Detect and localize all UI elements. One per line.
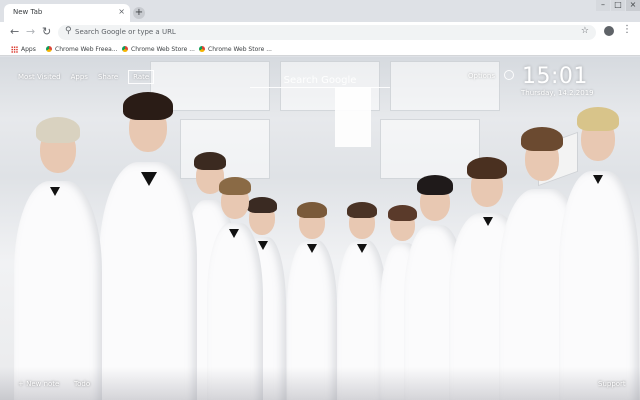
profile-icon[interactable]: [604, 26, 614, 36]
bookmark-label: Chrome Web Store ...: [208, 45, 272, 53]
new-note-button[interactable]: + New note: [18, 380, 59, 388]
ceiling-light: [335, 87, 371, 147]
forward-icon[interactable]: →: [26, 25, 35, 39]
reload-icon[interactable]: ↻: [42, 25, 51, 39]
toolbar: ← → ↻ ⚲ Search Google or type a URL ☆ ⋮: [0, 22, 640, 42]
tab-title: New Tab: [13, 8, 43, 16]
clock-toggle-icon[interactable]: [504, 70, 514, 80]
chrome-store-icon: [122, 46, 128, 52]
search-box: [250, 68, 390, 90]
tab-strip: New Tab × + – □ ×: [0, 0, 640, 22]
browser-window: New Tab × + – □ × ← → ↻ ⚲ Search Google …: [0, 0, 640, 400]
clock-time: 15:01: [522, 64, 588, 89]
omnibox-placeholder[interactable]: Search Google or type a URL: [75, 28, 176, 36]
bookmark-label: Chrome Web Store ...: [131, 45, 195, 53]
search-input[interactable]: [250, 71, 390, 90]
minimize-icon[interactable]: –: [596, 0, 610, 11]
person: [555, 107, 640, 400]
rate-button[interactable]: Rate: [128, 70, 155, 84]
maximize-icon[interactable]: □: [611, 0, 625, 11]
bookmark-label: Chrome Web Freea...: [55, 45, 118, 53]
share-link[interactable]: Share: [98, 73, 118, 81]
bookmarks-bar: Apps Chrome Web Freea... Chrome Web Stor…: [0, 42, 640, 56]
bookmark-item[interactable]: Chrome Web Store ...: [122, 44, 195, 54]
newtab-nav: Most Visited Apps Share Rate: [18, 70, 155, 84]
bookmark-apps[interactable]: Apps: [11, 44, 36, 54]
support-link[interactable]: Support: [598, 380, 626, 388]
most-visited-link[interactable]: Most Visited: [18, 73, 61, 81]
bookmark-item[interactable]: Chrome Web Freea...: [46, 44, 118, 54]
wallpaper: [0, 57, 640, 400]
chrome-store-icon: [46, 46, 52, 52]
floor-shade: [0, 367, 640, 400]
apps-grid-icon: [11, 45, 18, 53]
chrome-store-icon: [199, 46, 205, 52]
back-icon[interactable]: ←: [10, 25, 19, 39]
bookmark-label: Apps: [21, 45, 36, 53]
tab-new-tab[interactable]: New Tab ×: [4, 4, 130, 22]
omnibox[interactable]: ⚲ Search Google or type a URL ☆: [58, 25, 596, 40]
todo-button[interactable]: Todo: [74, 380, 90, 388]
bookmark-item[interactable]: Chrome Web Store ...: [199, 44, 272, 54]
search-icon: ⚲: [65, 26, 72, 36]
ceiling-panel: [390, 61, 500, 111]
person: [10, 117, 105, 400]
person: [95, 92, 200, 400]
window-controls: – □ ×: [595, 0, 640, 12]
apps-link[interactable]: Apps: [71, 73, 88, 81]
star-icon[interactable]: ☆: [581, 26, 589, 36]
close-window-icon[interactable]: ×: [626, 0, 640, 11]
kebab-menu-icon[interactable]: ⋮: [622, 24, 632, 35]
new-tab-button[interactable]: +: [133, 7, 145, 19]
tab-close-icon[interactable]: ×: [118, 7, 125, 17]
clock-date: Thursday, 14.2.2019: [521, 89, 594, 97]
options-link[interactable]: Options: [468, 72, 495, 80]
